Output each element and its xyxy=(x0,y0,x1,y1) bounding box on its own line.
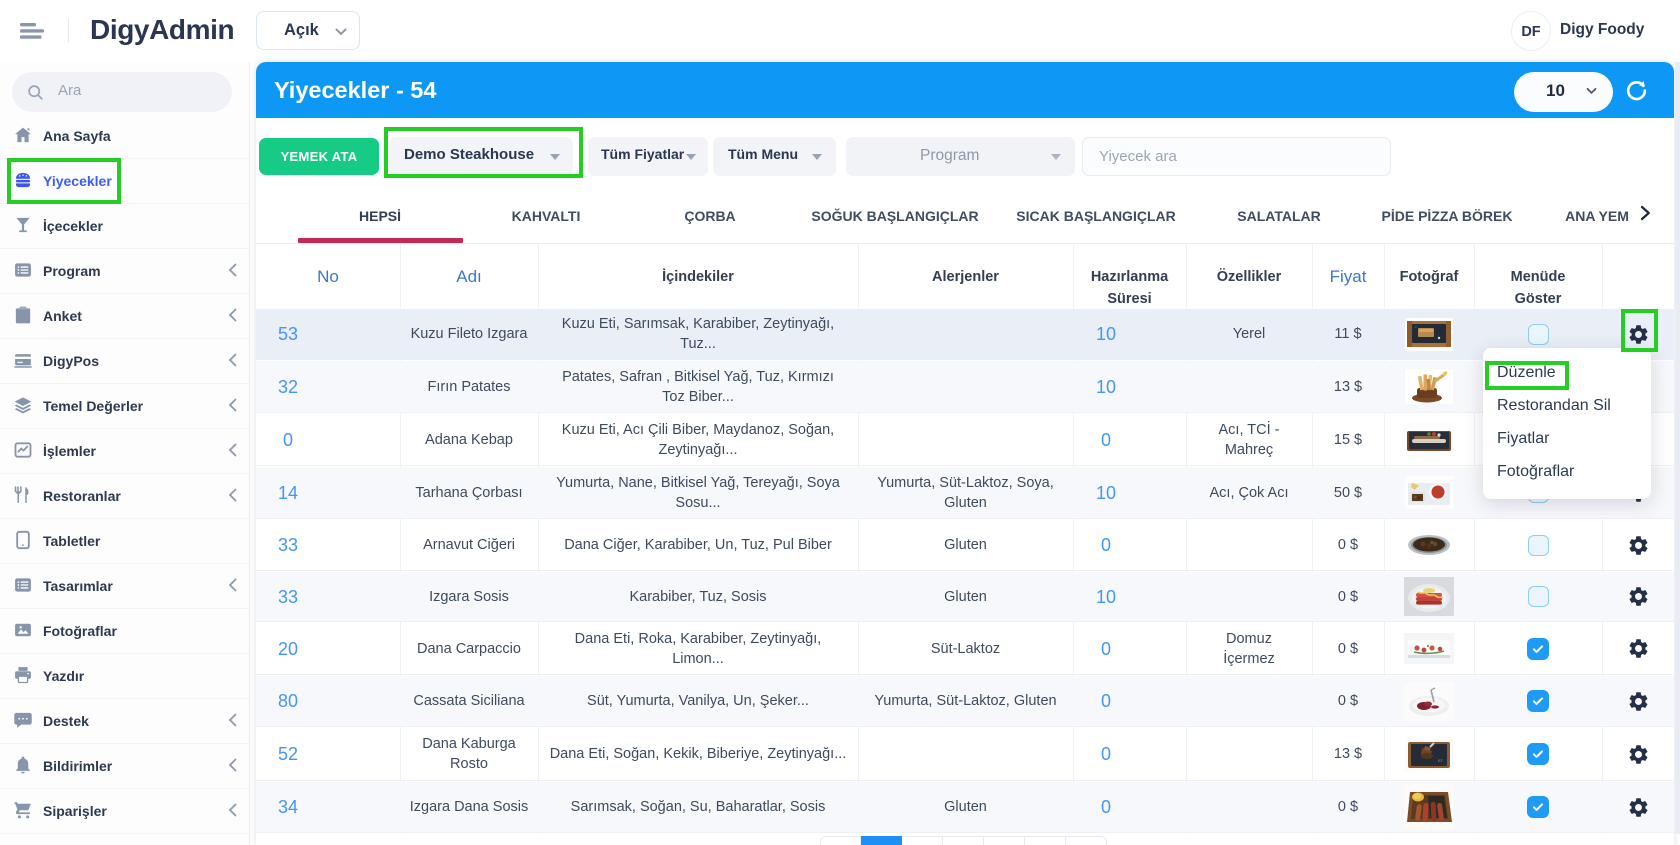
svg-text:ET: ET xyxy=(1438,758,1444,763)
